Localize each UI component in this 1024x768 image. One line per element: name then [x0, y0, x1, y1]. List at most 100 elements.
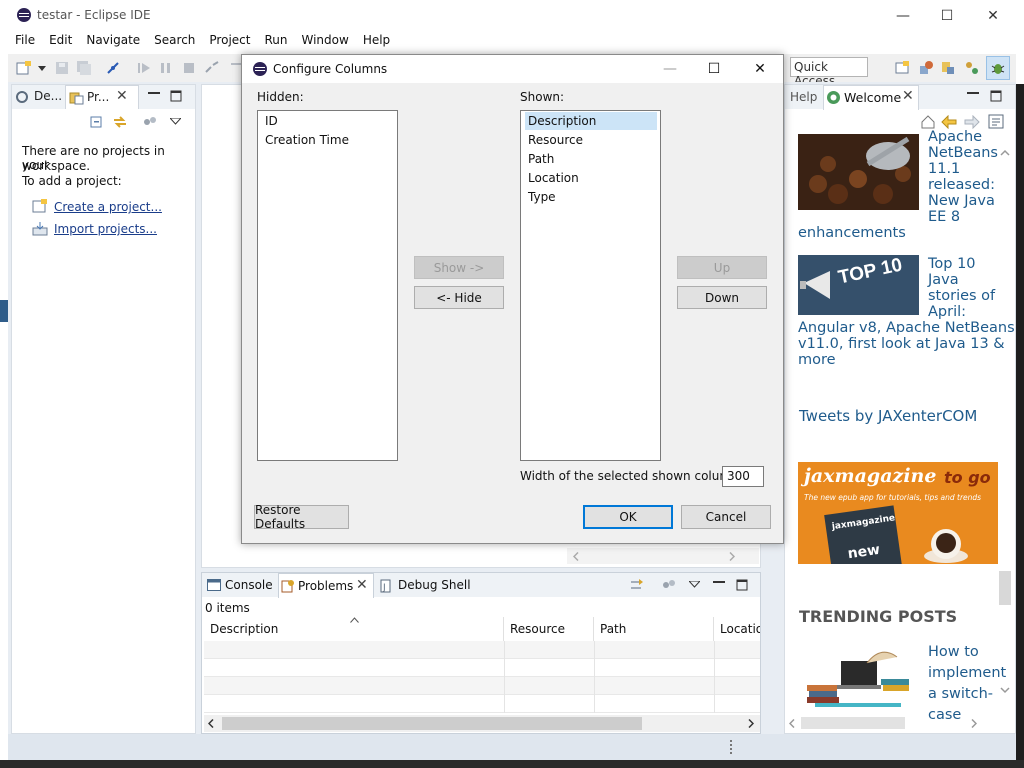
save-icon[interactable] — [54, 60, 70, 76]
coffee-beans-image[interactable] — [798, 134, 919, 210]
git-perspective-icon[interactable] — [964, 60, 980, 76]
tab-debug[interactable]: De... — [34, 89, 62, 103]
close-tab-icon[interactable]: ✕ — [902, 88, 914, 104]
horizontal-scrollbar[interactable] — [785, 715, 997, 731]
news-2-line-3[interactable]: stories of — [928, 288, 995, 304]
link-with-editor-icon[interactable] — [112, 114, 128, 130]
create-project-link[interactable]: Create a project... — [54, 200, 162, 214]
filters-icon[interactable] — [143, 116, 159, 128]
maximize-view-icon[interactable] — [990, 90, 1002, 102]
close-tab-icon[interactable]: ✕ — [356, 577, 368, 593]
tweets-link[interactable]: Tweets by JAXenterCOM — [799, 407, 977, 425]
shown-item-type[interactable]: Type — [528, 190, 556, 204]
resource-perspective-icon[interactable] — [940, 60, 956, 76]
dialog-maximize-button[interactable]: ☐ — [704, 59, 724, 79]
column-header-path[interactable]: Path — [594, 617, 714, 641]
minimize-view-icon[interactable] — [967, 92, 979, 96]
scroll-right-icon[interactable] — [748, 719, 754, 728]
close-button[interactable]: ✕ — [970, 0, 1016, 31]
tab-problems[interactable]: Problems ✕ — [278, 573, 374, 598]
scroll-right-icon[interactable] — [729, 552, 735, 561]
maximize-button[interactable]: ☐ — [924, 0, 970, 31]
home-icon[interactable] — [921, 115, 935, 129]
java-perspective-icon[interactable] — [918, 60, 934, 76]
books-laptop-image[interactable] — [801, 643, 913, 709]
top10-image[interactable]: TOP 10 — [798, 255, 919, 315]
save-all-icon[interactable] — [76, 60, 92, 76]
suspend-icon[interactable] — [158, 60, 174, 76]
restore-defaults-button[interactable]: Restore Defaults — [254, 503, 349, 531]
menu-window[interactable]: Window — [301, 31, 348, 51]
resume-icon[interactable] — [136, 60, 152, 76]
hidden-item-creation-time[interactable]: Creation Time — [265, 133, 349, 147]
menu-file[interactable]: File — [15, 31, 35, 51]
news-1-line-7[interactable]: enhancements — [798, 225, 906, 241]
scrollbar-thumb[interactable] — [999, 571, 1011, 605]
new-wizard-icon[interactable] — [16, 60, 32, 76]
news-1-line-3[interactable]: 11.1 — [928, 161, 960, 177]
tab-welcome[interactable]: Welcome ✕ — [823, 85, 919, 110]
menu-navigate[interactable]: Navigate — [86, 31, 140, 51]
tab-project-explorer[interactable]: Pr... ✕ — [65, 85, 139, 109]
editor-horizontal-scrollbar[interactable] — [567, 548, 759, 564]
news-1-line-4[interactable]: released: — [928, 177, 995, 193]
jaxmagazine-banner[interactable]: jaxmagazine to go The new epub app for t… — [798, 462, 998, 564]
scroll-right-icon[interactable] — [971, 719, 977, 728]
minimize-view-icon[interactable] — [148, 92, 160, 96]
down-button[interactable]: Down — [677, 286, 767, 309]
shown-columns-list[interactable]: Description Resource Path Location Type — [520, 110, 661, 461]
hide-button[interactable]: <- Hide — [414, 286, 504, 309]
collapse-all-icon[interactable] — [90, 115, 104, 129]
menu-help[interactable]: Help — [363, 31, 390, 51]
news-2-line-4[interactable]: April: — [928, 304, 966, 320]
back-arrow-icon[interactable] — [941, 115, 957, 129]
focus-on-active-task-icon[interactable] — [630, 578, 646, 592]
dialog-minimize-button[interactable]: — — [660, 59, 680, 79]
terminate-icon[interactable] — [181, 60, 197, 76]
filters-icon[interactable] — [662, 579, 678, 591]
minimize-button[interactable]: — — [880, 0, 926, 31]
shown-item-location[interactable]: Location — [528, 171, 579, 185]
scroll-up-icon[interactable] — [1000, 149, 1010, 156]
scroll-left-icon[interactable] — [208, 719, 214, 728]
tab-help[interactable]: Help — [790, 90, 817, 104]
close-tab-icon[interactable]: ✕ — [116, 88, 128, 104]
status-bar-grip[interactable] — [730, 740, 734, 754]
hidden-columns-list[interactable]: ID Creation Time — [257, 110, 398, 461]
news-1-line-5[interactable]: New Java — [928, 193, 995, 209]
scroll-left-icon[interactable] — [789, 719, 795, 728]
scrollbar-thumb[interactable] — [801, 717, 905, 729]
import-projects-link[interactable]: Import projects... — [54, 222, 157, 236]
dialog-close-button[interactable]: ✕ — [750, 59, 770, 79]
customize-page-icon[interactable] — [988, 114, 1004, 129]
news-2-line-5[interactable]: Angular v8, Apache NetBeans — [798, 320, 1015, 336]
shown-item-path[interactable]: Path — [528, 152, 554, 166]
maximize-view-icon[interactable] — [170, 90, 182, 102]
column-width-input[interactable]: 300 — [722, 466, 764, 487]
menu-run[interactable]: Run — [264, 31, 287, 51]
view-menu-icon[interactable] — [689, 581, 700, 588]
shown-item-resource[interactable]: Resource — [528, 133, 583, 147]
hidden-item-id[interactable]: ID — [265, 114, 278, 128]
quick-access-input[interactable]: Quick Access — [790, 57, 868, 88]
news-3-line-2[interactable]: implement — [928, 665, 1006, 681]
menu-edit[interactable]: Edit — [49, 31, 72, 51]
ok-button[interactable]: OK — [583, 505, 673, 529]
open-perspective-icon[interactable] — [894, 60, 910, 76]
show-button[interactable]: Show -> — [414, 256, 504, 279]
menu-search[interactable]: Search — [154, 31, 195, 51]
news-2-line-7[interactable]: more — [798, 352, 836, 368]
chevron-down-icon[interactable] — [38, 66, 46, 72]
vertical-scrollbar[interactable] — [997, 145, 1013, 705]
news-3-line-1[interactable]: How to — [928, 644, 979, 660]
column-header-description[interactable]: Description — [204, 617, 504, 641]
news-2-line-2[interactable]: Java — [928, 272, 959, 288]
news-2-line-1[interactable]: Top 10 — [928, 256, 976, 272]
tab-console[interactable]: Console — [225, 578, 273, 592]
news-1-line-6[interactable]: EE 8 — [928, 209, 960, 225]
forward-arrow-icon[interactable] — [964, 115, 980, 129]
disconnect-icon[interactable] — [204, 60, 220, 76]
horizontal-scrollbar[interactable] — [204, 715, 760, 732]
news-3-line-3[interactable]: a switch- — [928, 686, 993, 702]
shown-item-description[interactable]: Description — [525, 112, 657, 130]
